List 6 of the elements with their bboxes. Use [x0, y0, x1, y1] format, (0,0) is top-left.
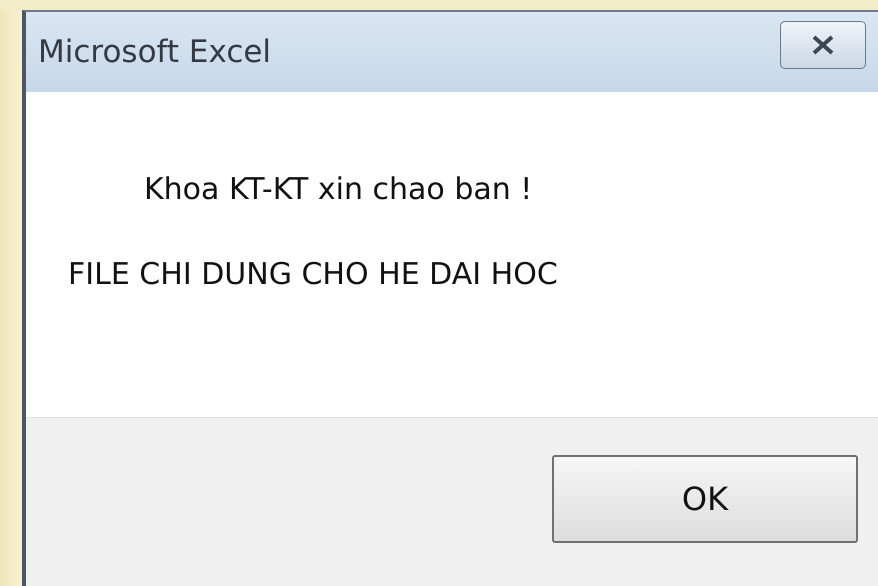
- message-text: FILE CHI DUNG CHO HE DAI HOC: [68, 257, 559, 292]
- message-text: Khoa KT-KT xin chao ban !: [143, 172, 534, 207]
- ok-button[interactable]: OK: [552, 455, 858, 543]
- window-title: Microsoft Excel: [38, 34, 272, 70]
- close-icon: [810, 34, 836, 56]
- close-button[interactable]: [780, 21, 866, 69]
